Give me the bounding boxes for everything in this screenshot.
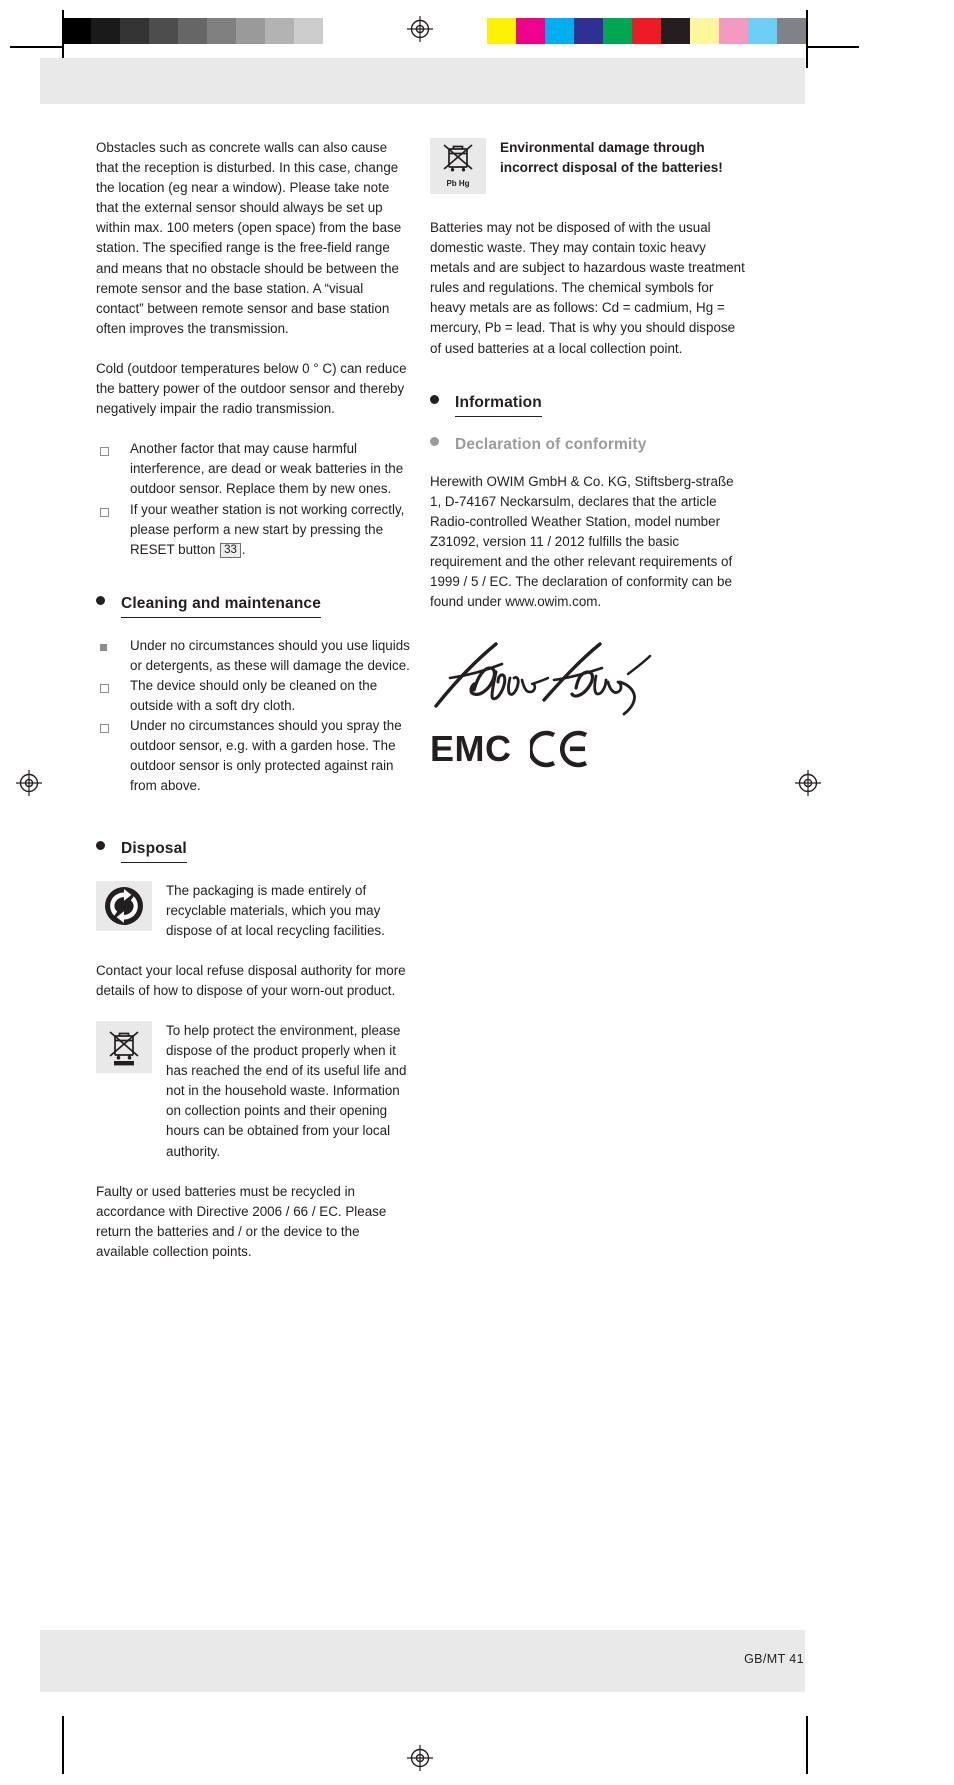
page-header-band <box>40 58 805 104</box>
list-item-text: Another factor that may cause harmful in… <box>130 441 404 497</box>
calibration-swatch-5 <box>632 18 661 44</box>
heading-declaration-of-conformity: Declaration of conformity <box>430 435 746 454</box>
bullet-hollow-square-icon <box>96 683 130 724</box>
calibration-swatch-9 <box>748 18 777 44</box>
registration-mark-right <box>795 770 821 796</box>
troubleshooting-list: Another factor that may cause harmful in… <box>96 439 412 560</box>
packaging-recycling-text: The packaging is made entirely of recycl… <box>166 882 385 938</box>
paragraph-batteries-directive: Faulty or used batteries must be recycle… <box>96 1183 387 1259</box>
paragraph-contact-authority: Contact your local refuse disposal autho… <box>96 962 406 998</box>
calibration-swatch-6 <box>236 18 265 44</box>
left-column: Obstacles such as concrete walls can als… <box>96 138 412 1282</box>
list-item-text: If your weather station is not working c… <box>130 500 412 560</box>
calibration-swatch-2 <box>545 18 574 44</box>
crop-mark-bottom-left-vertical <box>62 1716 64 1774</box>
calibration-swatch-4 <box>603 18 632 44</box>
calibration-swatch-1 <box>516 18 545 44</box>
crop-mark-top-left-horizontal <box>10 46 62 48</box>
bullet-filled-square-icon <box>96 643 130 684</box>
section-bullet-icon <box>430 394 439 404</box>
paragraph-batteries-disposal: Batteries may not be disposed of with th… <box>430 220 745 356</box>
section-bullet-icon <box>96 595 105 605</box>
paragraph-declaration-of-conformity: Herewith OWIM GmbH & Co. KG, Stiftsberg-… <box>430 473 734 610</box>
crossed-out-wheelie-bin-battery-icon: Pb Hg <box>430 138 486 194</box>
calibration-swatch-8 <box>719 18 748 44</box>
crop-mark-bottom-right-vertical <box>806 1716 808 1774</box>
compliance-marks: EMC <box>430 730 746 768</box>
battery-warning-block: Pb Hg Environmental damage through incor… <box>430 138 746 194</box>
calibration-swatch-6 <box>661 18 690 44</box>
list-item-text: Under no circumstances should you use li… <box>130 637 410 673</box>
heading-cleaning-and-maintenance: Cleaning and maintenance <box>96 594 412 618</box>
list-item-text-after: . <box>241 541 246 557</box>
heading-information: Information <box>430 393 746 417</box>
calibration-swatch-7 <box>265 18 294 44</box>
signature <box>430 638 746 724</box>
subsection-bullet-icon <box>430 436 439 446</box>
manual-page: GB/MT 41 Obstacles such as concrete wall… <box>0 0 954 1785</box>
grayscale-calibration-strip <box>62 18 352 44</box>
crossed-out-wheelie-bin-icon <box>96 1021 152 1073</box>
weee-disposal-block: To help protect the environment, please … <box>96 1021 412 1162</box>
calibration-swatch-3 <box>574 18 603 44</box>
part-reference-badge: 33 <box>220 542 241 558</box>
calibration-swatch-2 <box>120 18 149 44</box>
paragraph-cold: Cold (outdoor temperatures below 0 ° C) … <box>96 360 407 417</box>
crop-mark-top-right-horizontal <box>807 46 859 48</box>
list-item: The device should only be cleaned on the… <box>96 676 412 716</box>
green-dot-recycling-icon <box>96 880 152 931</box>
battery-icon-label: Pb Hg <box>446 179 470 188</box>
right-column: Pb Hg Environmental damage through incor… <box>430 138 746 768</box>
calibration-swatch-8 <box>294 18 323 44</box>
calibration-swatch-3 <box>149 18 178 44</box>
registration-mark-left <box>16 770 42 796</box>
list-item-text: Under no circumstances should you spray … <box>130 718 402 794</box>
bullet-hollow-square-icon <box>96 507 130 568</box>
heading-label: Declaration of conformity <box>455 435 647 453</box>
packaging-recycling-block: The packaging is made entirely of recycl… <box>96 880 412 941</box>
cleaning-list: Under no circumstances should you use li… <box>96 636 412 797</box>
bullet-hollow-square-icon <box>96 724 130 804</box>
page-folio: GB/MT 41 <box>744 1652 804 1666</box>
list-item: Under no circumstances should you spray … <box>96 716 412 796</box>
list-item: If your weather station is not working c… <box>96 500 412 560</box>
list-item-text-before: If your weather station is not working c… <box>130 501 405 557</box>
crop-mark-top-right-vertical <box>806 10 808 68</box>
heading-disposal: Disposal <box>96 839 412 863</box>
ce-mark-icon <box>529 730 592 768</box>
calibration-swatch-5 <box>207 18 236 44</box>
section-bullet-icon <box>96 840 105 850</box>
registration-mark-top <box>407 16 433 42</box>
calibration-swatch-7 <box>690 18 719 44</box>
emc-mark-label: EMC <box>430 728 512 770</box>
list-item: Another factor that may cause harmful in… <box>96 439 412 499</box>
weee-disposal-text: To help protect the environment, please … <box>166 1023 407 1159</box>
battery-warning-heading: Environmental damage through incorrect d… <box>500 140 723 175</box>
color-calibration-strip <box>487 18 806 44</box>
paragraph-obstacles: Obstacles such as concrete walls can als… <box>96 140 402 336</box>
heading-label: Information <box>455 393 542 417</box>
calibration-swatch-0 <box>487 18 516 44</box>
calibration-swatch-9 <box>323 18 352 44</box>
heading-label: Cleaning and maintenance <box>121 594 321 618</box>
list-item: Under no circumstances should you use li… <box>96 636 412 676</box>
heading-label: Disposal <box>121 839 187 863</box>
list-item-text: The device should only be cleaned on the… <box>130 677 378 714</box>
registration-mark-bottom <box>407 1745 433 1771</box>
calibration-swatch-4 <box>178 18 207 44</box>
bullet-hollow-square-icon <box>96 447 130 507</box>
calibration-swatch-1 <box>91 18 120 44</box>
calibration-swatch-10 <box>777 18 806 44</box>
calibration-swatch-0 <box>62 18 91 44</box>
